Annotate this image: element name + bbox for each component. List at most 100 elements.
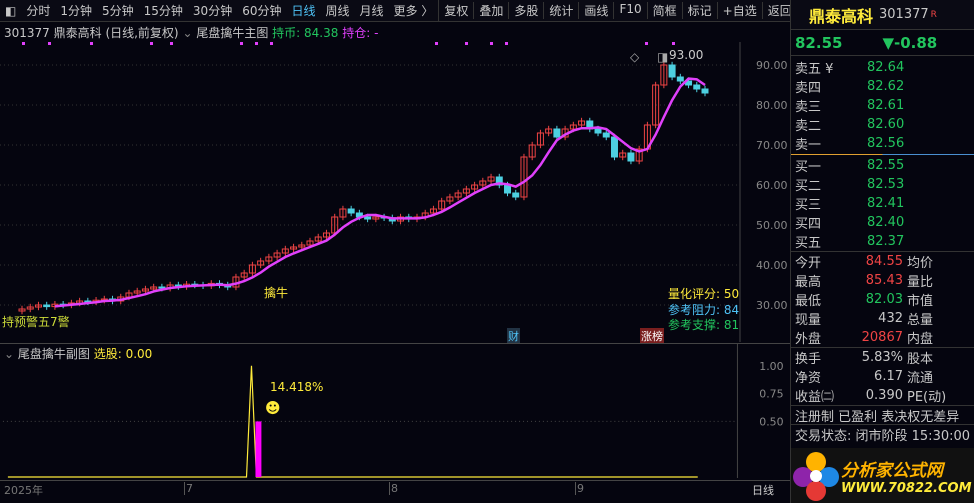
level-price: 82.55 (867, 158, 905, 173)
indicator-dropdown-icon[interactable]: ⌄ (182, 26, 196, 40)
stat-value: 82.03 (865, 292, 903, 307)
diamond-icon[interactable]: ◇ (630, 50, 639, 64)
stat-value: 0.390 (865, 388, 903, 403)
signal-dot (255, 42, 258, 45)
period-tab[interactable]: 5分钟 (97, 2, 139, 19)
stat-label-right: 均价 (907, 256, 934, 271)
level-price: 82.37 (867, 234, 905, 249)
stat-value: 432 (878, 311, 903, 326)
signal-dot (490, 42, 493, 45)
stat-value: 6.17 (874, 369, 903, 384)
order-book-row: 买三 82.41 (791, 194, 974, 213)
candle-body (553, 128, 561, 138)
toolbar-button[interactable]: 多股 (509, 2, 545, 19)
toolbar: ◧ 分时 1分钟 5分钟 15分钟 30分钟 60分钟 日线 周线 月线 更多 〉 复权 叠加 多股统… (0, 0, 790, 22)
toolbar-button[interactable]: 标记 (683, 2, 718, 19)
toolbar-button[interactable]: F10 (614, 2, 648, 19)
price-tick-label: 70.00 (756, 139, 788, 152)
stat-label: 今开 (795, 256, 822, 271)
candle-body (693, 84, 701, 90)
period-tab[interactable]: 月线 (355, 2, 389, 19)
period-tab[interactable]: 15分钟 (139, 2, 188, 19)
level-label: 卖二 (795, 119, 822, 134)
toolbar-button[interactable]: 画线 (579, 2, 615, 19)
signal-dot (48, 42, 51, 45)
stat-label: 净资 (795, 371, 822, 386)
price-tick-label: 90.00 (756, 59, 788, 72)
period-tab[interactable]: 更多 〉 (389, 2, 439, 19)
period-tab[interactable]: 分时 (21, 2, 55, 19)
toolbar-button[interactable]: 简框 (648, 2, 683, 19)
order-book-row: 买五 82.37 (791, 232, 974, 251)
sub-chart-header: ⌄ 尾盘擒牛副图 选股: 0.00 (4, 345, 152, 362)
signal-dot (240, 42, 243, 45)
signal-dot (505, 42, 508, 45)
flower-logo-icon (793, 451, 839, 501)
finance-badge[interactable]: 财 (507, 328, 520, 344)
x-label: 2025年 (4, 484, 43, 497)
signal-dot (270, 42, 273, 45)
pct-label: 14.418% (270, 380, 324, 394)
stat-label-right: 量比 (907, 275, 934, 290)
period-tab[interactable]: 30分钟 (188, 2, 237, 19)
candle-body (668, 64, 676, 78)
layout-toggle-icon[interactable]: ◧ (0, 4, 21, 18)
hold-position: 持仓: - (342, 26, 379, 40)
stat-label: 外盘 (795, 332, 822, 347)
price-tick-label: 50.00 (756, 219, 788, 232)
sub-chart[interactable]: 1.00 0.75 0.50 (0, 343, 790, 478)
stat-label: 最高 (795, 275, 822, 290)
support-label: 参考支撑: 81 (668, 318, 740, 332)
stat-value: 5.83% (861, 350, 903, 365)
candle-body (364, 216, 372, 220)
ask-bid-divider (791, 154, 974, 155)
stat-row: 外盘 20867 内盘 (791, 328, 974, 347)
signal-dot (90, 42, 93, 45)
level-price: 82.56 (867, 136, 905, 151)
period-tab[interactable]: 60分钟 (237, 2, 286, 19)
stat-label: 换手 (795, 352, 822, 367)
stat-label-right: 市值 (907, 294, 934, 309)
stat-label-right: 流通 (907, 371, 934, 386)
stat-value: 85.43 (865, 273, 903, 288)
price-change: ▼-0.88 (882, 33, 938, 52)
level-price: 82.64 (867, 60, 905, 75)
order-book-row: 买四 82.40 (791, 213, 974, 232)
toolbar-button[interactable]: 叠加 (474, 2, 510, 19)
x-label: 7 (184, 482, 193, 495)
level-label: 卖一 (795, 138, 822, 153)
stat-row: 今开 84.55 均价 (791, 252, 974, 271)
level-price: 82.60 (867, 117, 905, 132)
period-tab[interactable]: 日线 (286, 2, 320, 19)
toolbar-button[interactable]: 返回 (763, 2, 790, 19)
warning-label: 持预警五7警 (2, 315, 70, 329)
order-book-row: 买二 82.53 (791, 175, 974, 194)
candle-body (594, 128, 602, 134)
top-list-badge[interactable]: 涨榜 (640, 328, 664, 344)
toolbar-button[interactable]: 统计 (544, 2, 580, 19)
toolbar-button[interactable]: +自选 (718, 2, 763, 19)
level-price: 82.62 (867, 79, 905, 94)
period-tab[interactable]: 1分钟 (55, 2, 97, 19)
candle-body (512, 192, 520, 198)
smiley-icon: ☻ (265, 399, 281, 417)
stat-row: 最低 82.03 市值 (791, 290, 974, 309)
period-label[interactable]: 日线 (752, 482, 774, 498)
candle-body (610, 136, 618, 158)
sub-indicator-name[interactable]: 尾盘擒牛副图 (18, 347, 90, 361)
stat-label-right: 股本 (907, 352, 934, 367)
level-price: 82.40 (867, 215, 905, 230)
level-label: 卖五 ¥ (795, 62, 834, 77)
hold-coin: 持币: 84.38 (272, 26, 339, 40)
order-book-row: 卖二 82.60 (791, 115, 974, 134)
level-label: 买五 (795, 236, 822, 251)
period-tab[interactable]: 周线 (321, 2, 355, 19)
candle-body (676, 76, 684, 82)
indicator-name[interactable]: 尾盘擒牛主图 (196, 26, 268, 40)
toolbar-button[interactable]: 复权 (439, 2, 475, 19)
stat-label: 最低 (795, 294, 822, 309)
x-label: 8 (389, 482, 398, 495)
sub-indicator-dropdown-icon[interactable]: ⌄ (4, 347, 14, 361)
quote-panel: 鼎泰高科 301377 R 82.55 ▼-0.88 卖五 ¥ 82.64 卖四 82… (790, 0, 974, 503)
panel-toggle-icon[interactable]: ◨ (657, 50, 668, 64)
